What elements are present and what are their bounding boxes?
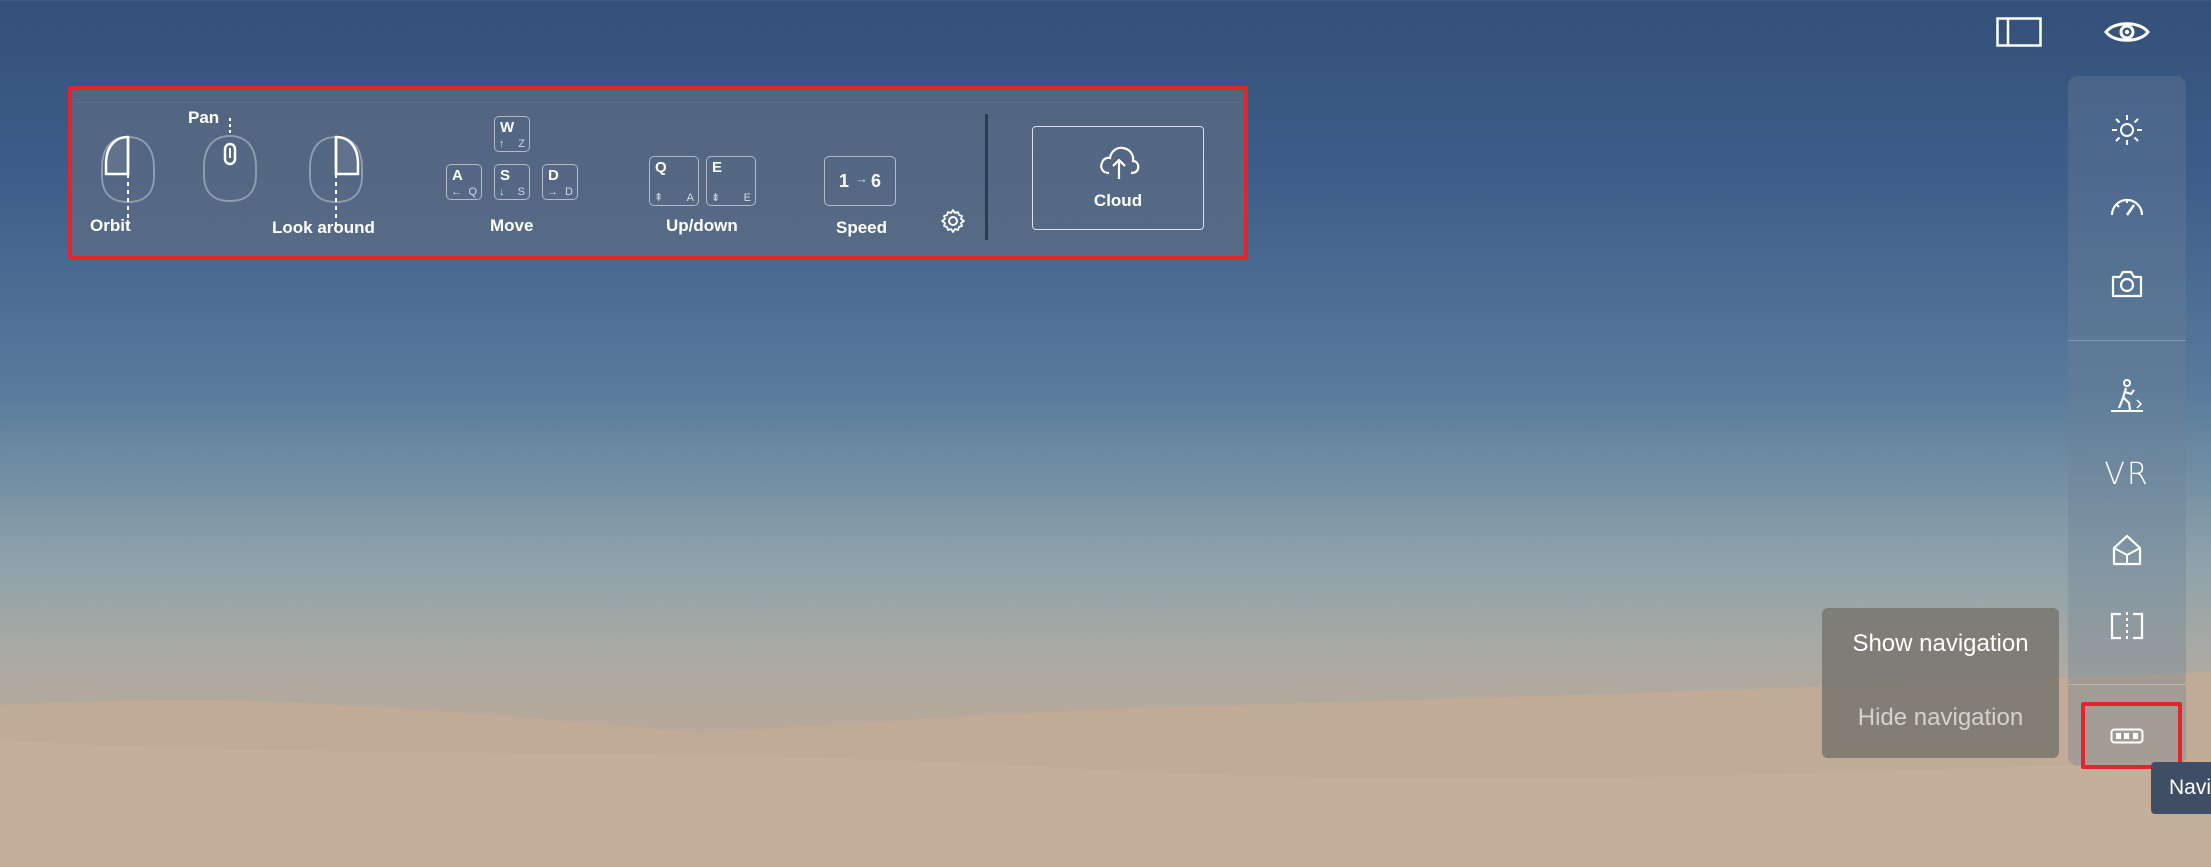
- toolbar-divider: [985, 114, 988, 240]
- vr-icon[interactable]: VR: [2090, 444, 2164, 504]
- navigation-help-bar: Orbit Pan Look around W ↑ Z A ← Q S ↓ S …: [68, 86, 1248, 260]
- toolbar-separator: [2068, 684, 2186, 685]
- cloud-upload-icon: [1100, 146, 1140, 179]
- key-w: W ↑ Z: [494, 116, 530, 152]
- gear-icon[interactable]: [940, 208, 966, 234]
- camera-icon[interactable]: [2090, 254, 2164, 314]
- key-a: A ← Q: [446, 164, 482, 200]
- house-icon[interactable]: [2090, 520, 2164, 580]
- key-q: Q ⇞ A: [649, 156, 699, 206]
- orbit-label: Orbit: [90, 216, 131, 235]
- navigation-tooltip: Navi: [2151, 762, 2211, 814]
- sun-icon[interactable]: [2090, 100, 2164, 160]
- look-around-label: Look around: [272, 218, 375, 237]
- cloud-button[interactable]: Cloud: [1032, 126, 1204, 230]
- show-navigation-option[interactable]: Show navigation: [1822, 630, 2059, 658]
- key-d: D → D: [542, 164, 578, 200]
- hide-navigation-option[interactable]: Hide navigation: [1822, 704, 2059, 732]
- navigation-button-highlight: [2081, 702, 2182, 769]
- look-around-mouse-icon: [309, 135, 363, 226]
- speed-label: Speed: [836, 218, 888, 237]
- move-label: Move: [490, 216, 534, 235]
- pan-mouse-icon: [203, 118, 257, 203]
- key-s: S ↓ S: [494, 164, 530, 200]
- key-e: E ⇟ E: [706, 156, 756, 206]
- updown-label: Up/down: [666, 216, 738, 235]
- speed-indicator: 1 → 6: [824, 156, 896, 206]
- panel-toggle-icon[interactable]: [1989, 10, 2049, 54]
- speedometer-icon[interactable]: [2090, 176, 2164, 236]
- eye-icon[interactable]: [2097, 10, 2157, 54]
- orbit-mouse-icon: [101, 135, 155, 226]
- walk-icon[interactable]: [2090, 366, 2164, 426]
- cloud-label: Cloud: [1093, 191, 1143, 210]
- toolbar-separator: [2068, 340, 2186, 341]
- navigation-menu: Show navigation Hide navigation: [1822, 608, 2059, 758]
- split-view-icon[interactable]: [2090, 596, 2164, 656]
